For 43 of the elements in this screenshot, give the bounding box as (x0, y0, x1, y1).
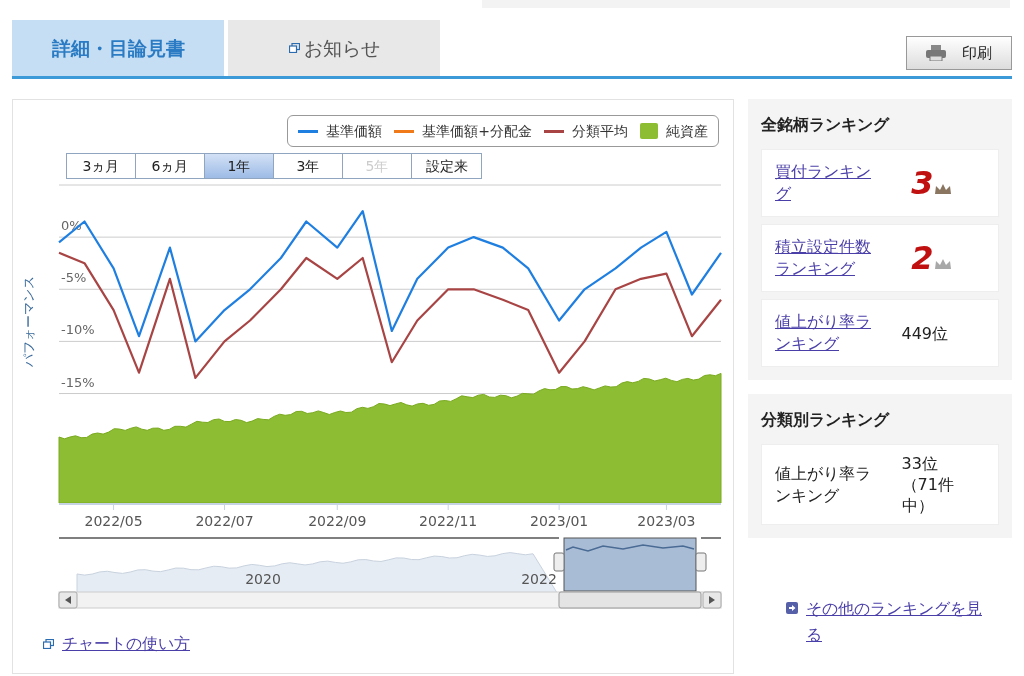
range-handle[interactable] (553, 552, 565, 572)
rank-text: 449位 (901, 322, 950, 344)
ranking-title: 分類別ランキング (761, 409, 891, 431)
x-tick-label: 2022/09 (308, 513, 367, 529)
legend-line-swatch (394, 129, 415, 133)
rank-text: 33位（71件中） (901, 453, 955, 516)
printer-icon (926, 45, 946, 61)
legend-label: 純資産 (666, 121, 708, 141)
period-button[interactable]: 1年 (205, 154, 274, 178)
arrow-icon (786, 602, 798, 614)
y-tick-label: -10% (61, 322, 95, 338)
legend-label: 分類平均 (572, 121, 628, 141)
legend-label: 基準価額 (326, 121, 383, 141)
x-tick-label: 2022/07 (195, 513, 254, 529)
scroll-right-icon[interactable] (702, 591, 722, 609)
window-icon (43, 639, 54, 649)
scroll-thumb[interactable] (558, 591, 702, 609)
more-rankings-link[interactable]: その他のランキングを見る (806, 596, 996, 648)
tab[interactable]: お知らせ (228, 20, 440, 76)
ranking-link[interactable]: 買付ランキング (775, 161, 875, 205)
legend-line-swatch (544, 129, 564, 133)
print-button[interactable]: 印刷 (906, 36, 1012, 70)
ranking-link[interactable]: 積立設定件数ランキング (775, 236, 875, 280)
y-axis-title: パフォーマンス (19, 276, 37, 368)
rank-number: 3 (911, 167, 934, 199)
overview-year-label: 2020 (245, 571, 281, 587)
ranking-label: 値上がり率ランキング (775, 462, 872, 507)
rank-number: 2 (911, 242, 934, 274)
range-handle[interactable] (695, 552, 707, 572)
ranking-link[interactable]: 値上がり率ランキング (775, 311, 875, 355)
y-tick-label: -5% (61, 270, 87, 286)
legend-line-swatch (298, 129, 319, 133)
x-tick-label: 2022/11 (419, 513, 478, 529)
chart-help-link[interactable]: チャートの使い方 (62, 632, 190, 656)
scroll-left-icon[interactable] (58, 591, 78, 609)
x-tick-label: 2023/01 (530, 513, 589, 529)
ranking-title: 全銘柄ランキング (761, 114, 891, 136)
y-tick-label: -15% (61, 374, 95, 390)
overview-year-label: 2022 (521, 571, 557, 587)
selected-range[interactable] (563, 537, 697, 592)
x-tick-label: 2022/05 (84, 513, 143, 529)
x-tick-label: 2023/03 (637, 513, 696, 529)
legend-label: 基準価額+分配金 (422, 121, 532, 141)
